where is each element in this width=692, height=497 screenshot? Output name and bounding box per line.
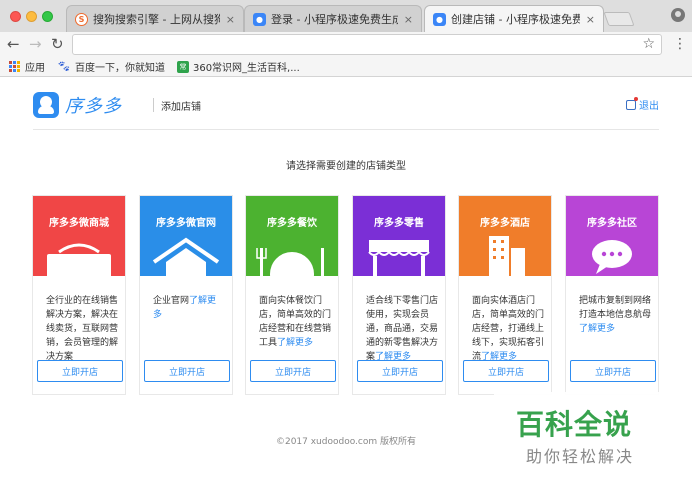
tab-close-icon[interactable]: ×: [404, 13, 413, 26]
hotel-building-icon: [489, 236, 525, 276]
card-desc-text: 把城市复制到网络 打造本地信息航母: [579, 296, 651, 320]
tab-close-icon[interactable]: ×: [226, 13, 235, 26]
store-type-cards: 序多多微商城 全行业的在线销售解决方案，解决在线卖货，互联网营销，会员管理的解决…: [32, 195, 660, 395]
minimize-window-button[interactable]: [26, 11, 37, 22]
card-description: 企业官网了解更多: [153, 294, 225, 360]
close-window-button[interactable]: [10, 11, 21, 22]
card-title: 序多多酒店: [480, 218, 530, 229]
storefront-icon: [368, 240, 430, 276]
tab-title: 创建店铺 - 小程序极速免费生成: [451, 13, 580, 26]
bookmark-label: 应用: [25, 63, 45, 74]
bookmark-360[interactable]: 常 360常识网_生活百科,...: [176, 59, 300, 74]
card-desc-text: 全行业的在线销售解决方案，解决在线卖货，互联网营销，会员管理的解决方案: [46, 296, 118, 360]
sogou-icon: S: [75, 12, 88, 26]
card-title: 序多多微商城: [49, 218, 109, 229]
watermark-title: 百科全说: [516, 408, 633, 441]
card-title: 序多多微官网: [156, 218, 216, 229]
page-title: 添加店铺: [161, 102, 201, 113]
logout-label: 退出: [639, 101, 659, 112]
logout-icon: [626, 96, 638, 110]
house-icon: [152, 237, 220, 276]
learn-more-link[interactable]: 了解更多: [375, 352, 411, 360]
open-store-button[interactable]: 立即开店: [144, 360, 230, 382]
card-banner: 序多多酒店: [459, 196, 551, 276]
address-bar[interactable]: ☆: [72, 34, 662, 55]
card-title: 序多多餐饮: [267, 218, 317, 229]
card-description: 面向实体餐饮门店，简单高效的门店经营和在线营销工具了解更多: [259, 294, 331, 360]
bookmark-apps[interactable]: 应用: [9, 59, 45, 74]
maximize-window-button[interactable]: [42, 11, 53, 22]
plate-cutlery-icon: [256, 248, 324, 276]
card-desc-text: 企业官网: [153, 296, 190, 306]
browser-tab-sogou[interactable]: S 搜狗搜索引擎 - 上网从搜狗开始 ×: [66, 5, 244, 32]
bookmark-star-icon[interactable]: ☆: [642, 36, 655, 52]
watermark-subtitle: 助你轻松解决: [526, 447, 635, 466]
360-icon: 常: [176, 60, 189, 73]
tab-title: 搜狗搜索引擎 - 上网从搜狗开始: [93, 13, 220, 26]
shopping-bag-icon: [47, 243, 111, 276]
card-desc-text: 适合线下零售门店使用，实现会员通，商品通，交易通的新零售解决方案: [366, 296, 438, 360]
open-store-button[interactable]: 立即开店: [37, 360, 123, 382]
card-desc-text: 面向实体酒店门店，简单高效的门店经营，打通线上线下，实现拓客引流: [472, 296, 544, 360]
store-card-catering: 序多多餐饮 面向实体餐饮门店，简单高效的门店经营和在线营销工具了解更多 立即开店: [245, 195, 339, 395]
browser-tab-create-store[interactable]: ● 创建店铺 - 小程序极速免费生成 ×: [424, 5, 604, 32]
logo-icon[interactable]: [33, 92, 59, 118]
logout-link[interactable]: 退出: [626, 96, 659, 112]
xiaoduoduo-icon: ●: [433, 12, 446, 26]
card-description: 面向实体酒店门店，简单高效的门店经营，打通线上线下，实现拓客引流了解更多: [472, 294, 544, 360]
card-description: 全行业的在线销售解决方案，解决在线卖货，互联网营销，会员管理的解决方案: [46, 294, 118, 360]
bookmark-label: 百度一下，你就知道: [74, 63, 165, 74]
baidu-paw-icon: 🐾︎: [57, 60, 71, 73]
open-store-button[interactable]: 立即开店: [570, 360, 656, 382]
card-description: 把城市复制到网络 打造本地信息航母了解更多: [579, 294, 651, 360]
card-description: 适合线下零售门店使用，实现会员通，商品通，交易通的新零售解决方案了解更多: [366, 294, 438, 360]
forward-arrow-icon[interactable]: →: [29, 36, 42, 52]
browser-tab-bar: S 搜狗搜索引擎 - 上网从搜狗开始 × ● 登录 - 小程序极速免费生成 × …: [0, 0, 692, 32]
tab-close-icon[interactable]: ×: [586, 13, 595, 26]
header-divider: [153, 98, 154, 112]
card-banner: 序多多微商城: [33, 196, 125, 276]
learn-more-link[interactable]: 了解更多: [579, 324, 615, 334]
browser-tab-login[interactable]: ● 登录 - 小程序极速免费生成 ×: [244, 5, 422, 32]
watermark-logo: 百科全说 助你轻松解决: [494, 392, 692, 466]
reload-icon[interactable]: ↻: [51, 36, 64, 52]
bookmark-baidu[interactable]: 🐾︎ 百度一下，你就知道: [57, 59, 165, 74]
store-card-community: 序多多社区 把城市复制到网络 打造本地信息航母了解更多 立即开店: [565, 195, 659, 395]
store-type-prompt: 请选择需要创建的店铺类型: [286, 161, 406, 172]
store-card-retail: 序多多零售 适合线下零售门店使用，实现会员通，商品通，交易通的新零售解决方案了解…: [352, 195, 446, 395]
browser-menu-icon[interactable]: ⋮: [673, 36, 687, 52]
store-card-mall: 序多多微商城 全行业的在线销售解决方案，解决在线卖货，互联网营销，会员管理的解决…: [32, 195, 126, 395]
card-banner: 序多多社区: [566, 196, 658, 276]
card-banner: 序多多零售: [353, 196, 445, 276]
bookmark-label: 360常识网_生活百科,...: [192, 63, 300, 74]
back-arrow-icon[interactable]: ←: [7, 36, 20, 52]
learn-more-link[interactable]: 了解更多: [481, 352, 517, 360]
card-banner: 序多多微官网: [140, 196, 232, 276]
chat-bubble-icon: [592, 240, 632, 274]
card-title: 序多多社区: [587, 218, 637, 229]
open-store-button[interactable]: 立即开店: [357, 360, 443, 382]
site-header: 序多多 添加店铺 退出: [33, 88, 659, 130]
browser-toolbar: ← → ↻ ☆ ⋮: [0, 32, 692, 57]
tab-title: 登录 - 小程序极速免费生成: [271, 13, 398, 26]
apps-icon: [9, 61, 20, 72]
open-store-button[interactable]: 立即开店: [463, 360, 549, 382]
bookmarks-bar: 应用 🐾︎ 百度一下，你就知道 常 360常识网_生活百科,...: [0, 57, 692, 77]
learn-more-link[interactable]: 了解更多: [277, 338, 313, 348]
card-title: 序多多零售: [374, 218, 424, 229]
open-store-button[interactable]: 立即开店: [250, 360, 336, 382]
store-card-hotel: 序多多酒店 面向实体酒店门店，简单高效的门店经营，打通线上线下，实现拓客引流了解…: [458, 195, 552, 395]
card-banner: 序多多餐饮: [246, 196, 338, 276]
profile-icon[interactable]: [671, 8, 685, 22]
new-tab-button[interactable]: [603, 12, 635, 26]
logo-text[interactable]: 序多多: [65, 92, 122, 118]
store-card-website: 序多多微官网 企业官网了解更多 立即开店: [139, 195, 233, 395]
xiaoduoduo-icon: ●: [253, 12, 266, 26]
